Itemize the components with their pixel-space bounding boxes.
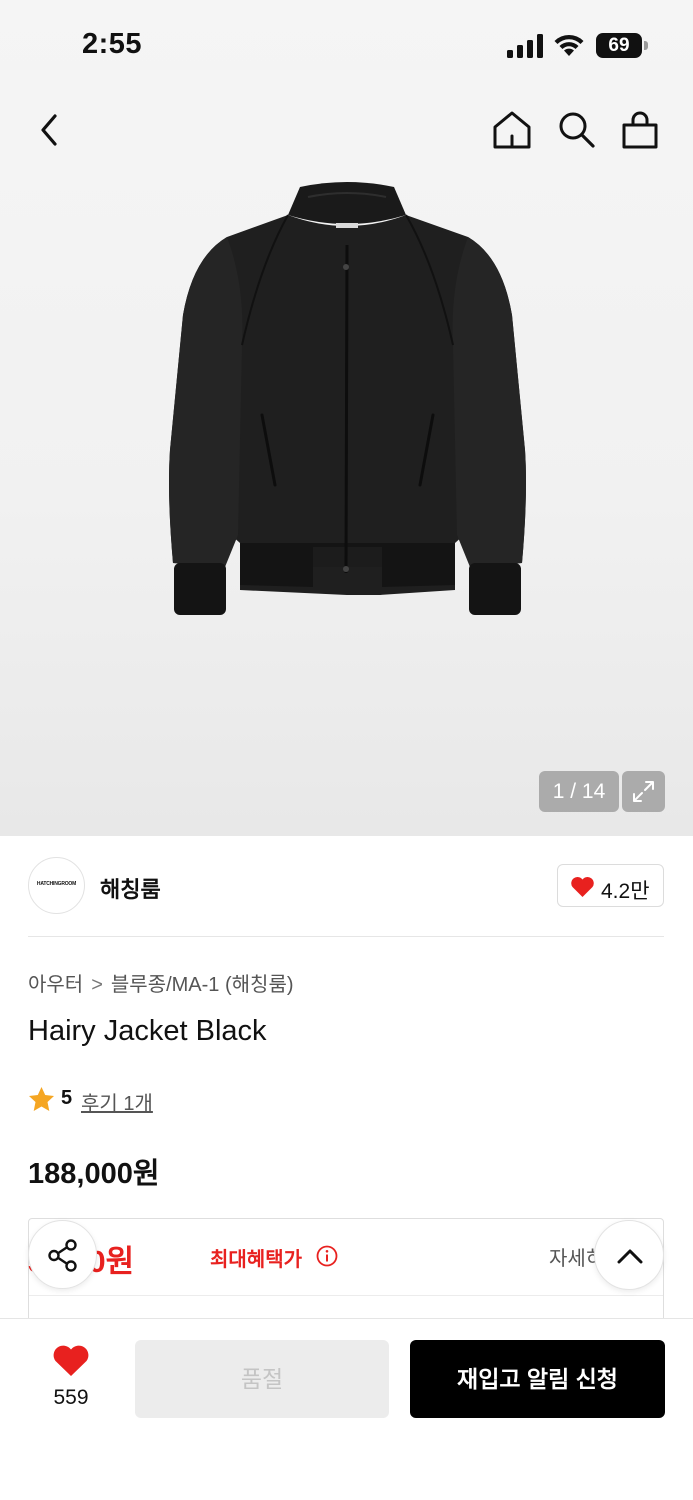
battery-level: 69	[608, 35, 630, 56]
divider	[28, 936, 664, 937]
info-icon[interactable]	[316, 1245, 338, 1267]
wish-button[interactable]: 559	[40, 1342, 102, 1414]
status-time: 2:55	[82, 28, 143, 60]
status-bar: 2:55 69	[0, 0, 693, 92]
brand-logo-text: HATCHINGROOM	[36, 881, 77, 887]
product-gallery[interactable]: 2:55 69 1 / 14	[0, 0, 693, 836]
image-counter: 1 / 14	[539, 771, 619, 812]
search-icon[interactable]	[554, 108, 598, 152]
product-image	[169, 182, 526, 615]
soldout-button[interactable]: 품절	[135, 1340, 389, 1418]
restock-alert-button[interactable]: 재입고 알림 신청	[410, 1340, 665, 1418]
heart-icon	[571, 877, 594, 897]
share-button[interactable]	[28, 1220, 97, 1289]
heart-icon	[53, 1345, 89, 1376]
brand-like-count: 4.2만	[601, 880, 650, 903]
chevron-left-icon[interactable]	[28, 108, 72, 152]
breadcrumb-item-subcategory[interactable]: 블루종/MA-1 (해칭룸)	[111, 974, 294, 996]
breadcrumb: 아우터 > 블루종/MA-1 (해칭룸)	[28, 968, 294, 997]
wish-count: 559	[53, 1386, 89, 1409]
battery-icon: 69	[596, 33, 648, 58]
expand-icon[interactable]	[622, 771, 665, 812]
brand-name[interactable]: 해칭룸	[100, 872, 161, 904]
benefit-label: 최대혜택가	[210, 1249, 302, 1271]
product-title: Hairy Jacket Black	[28, 1015, 267, 1047]
review-link[interactable]: 후기 1개	[81, 1087, 153, 1116]
breadcrumb-item-category[interactable]: 아우터	[28, 974, 83, 996]
shopping-bag-icon[interactable]	[618, 108, 662, 152]
product-price: 188,000원	[28, 1158, 160, 1190]
wifi-icon	[554, 34, 584, 56]
brand-like-button[interactable]: 4.2만	[557, 864, 664, 907]
home-icon[interactable]	[490, 108, 534, 152]
brand-logo[interactable]: HATCHINGROOM	[28, 857, 85, 914]
scroll-top-button[interactable]	[594, 1220, 664, 1290]
star-icon	[29, 1087, 54, 1111]
benefit-divider	[29, 1295, 663, 1296]
chevron-up-icon	[617, 1249, 643, 1264]
share-icon	[48, 1239, 77, 1272]
signal-icon	[507, 34, 543, 58]
rating-score: 5	[61, 1087, 73, 1109]
chevron-right-icon: >	[91, 974, 103, 996]
